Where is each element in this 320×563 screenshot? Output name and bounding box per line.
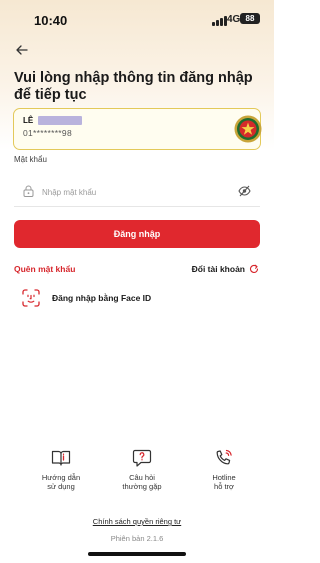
- face-id-icon: [22, 289, 40, 307]
- book-icon: [51, 450, 71, 466]
- eye-icon[interactable]: [238, 185, 251, 197]
- page-title: Vui lòng nhập thông tin đăng nhập để tiế…: [14, 70, 253, 103]
- network-type: 4G: [227, 14, 241, 25]
- face-id-login-button[interactable]: Đăng nhập bằng Face ID: [14, 287, 214, 309]
- password-field: [14, 176, 260, 207]
- switch-account-link[interactable]: Đổi tài khoản: [170, 264, 259, 276]
- status-time: 10:40: [34, 13, 68, 28]
- privacy-policy-link[interactable]: Chính sách quyền riêng tư: [0, 517, 274, 526]
- faq-button[interactable]: Câu hỏi thường gặp: [107, 449, 177, 491]
- account-card[interactable]: LÊ 01********98: [13, 108, 262, 150]
- refresh-icon: [250, 264, 259, 273]
- password-label: Mật khẩu: [14, 155, 47, 164]
- account-name: LÊ: [23, 116, 34, 125]
- app-version: Phiên bản 2.1.6: [110, 534, 164, 543]
- hotline-label: Hotline hỗ trợ: [212, 473, 236, 491]
- user-guide-label: Hướng dẫn sử dụng: [41, 473, 81, 491]
- arrow-left-icon[interactable]: [14, 42, 30, 58]
- lock-icon: [23, 185, 34, 197]
- account-id: 01********98: [23, 128, 72, 138]
- question-chat-icon: [132, 449, 152, 467]
- login-button[interactable]: Đăng nhập: [14, 220, 260, 248]
- switch-account-label: Đổi tài khoản: [191, 264, 245, 274]
- home-indicator: [88, 552, 186, 556]
- army-emblem-icon: [234, 115, 262, 143]
- password-input[interactable]: [40, 181, 234, 203]
- battery-icon: 88: [240, 13, 260, 24]
- phone-ring-icon: [216, 449, 232, 465]
- forgot-password-link[interactable]: Quên mật khẩu: [14, 264, 75, 274]
- hotline-button[interactable]: Hotline hỗ trợ: [189, 449, 259, 491]
- status-bar: 10:40 4G 88: [0, 0, 274, 40]
- faq-label: Câu hỏi thường gặp: [122, 473, 162, 491]
- face-id-label: Đăng nhập bằng Face ID: [52, 293, 152, 303]
- account-name-mask: [38, 116, 82, 125]
- user-guide-button[interactable]: Hướng dẫn sử dụng: [26, 449, 96, 491]
- signal-icon: [212, 16, 227, 26]
